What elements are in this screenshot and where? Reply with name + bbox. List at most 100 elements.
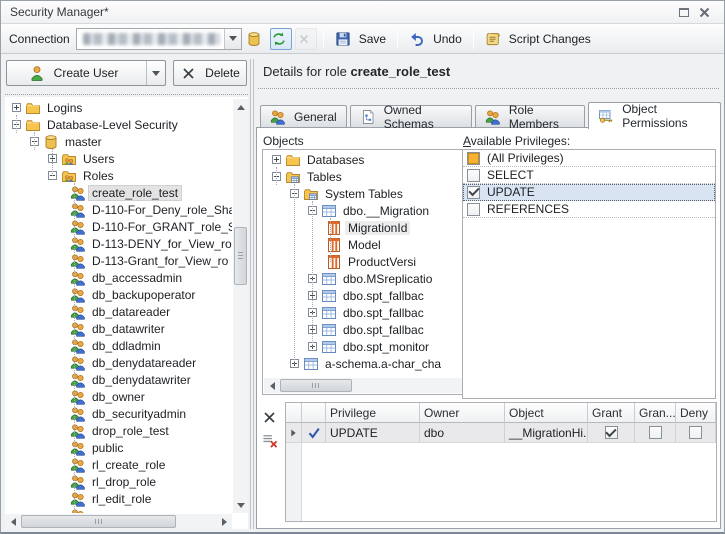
- scroll-left-icon[interactable]: [264, 378, 279, 393]
- refresh-connection-button[interactable]: [269, 27, 292, 50]
- column-header-gran[interactable]: Gran...: [635, 403, 676, 423]
- object-item-model[interactable]: Model: [264, 236, 474, 253]
- expand-plus-icon[interactable]: [272, 155, 281, 164]
- tree-item-db-denydatawriter[interactable]: db_denydatawriter: [6, 371, 232, 388]
- connect-database-button[interactable]: [245, 28, 267, 50]
- scroll-right-icon[interactable]: [217, 514, 232, 529]
- object-item-system-tables[interactable]: System Tables: [264, 185, 474, 202]
- tree-item-rl-edit-role[interactable]: rl_edit_role: [6, 490, 232, 507]
- tab-object-permissions[interactable]: Object Permissions: [588, 102, 721, 130]
- tree-item-db-denydatareader[interactable]: db_denydatareader: [6, 354, 232, 371]
- privilege-item-references[interactable]: REFERENCES: [463, 201, 715, 218]
- privilege-checkbox-update[interactable]: [467, 185, 480, 199]
- scroll-up-icon[interactable]: [233, 99, 248, 114]
- create-user-button[interactable]: Create User: [6, 60, 166, 86]
- tree-item-master[interactable]: master: [6, 133, 232, 150]
- object-item-a-schema-a-char-cha[interactable]: a-schema.a-char_cha: [264, 355, 474, 372]
- column-header-grant[interactable]: Grant: [588, 403, 635, 423]
- deny-cell[interactable]: [676, 423, 716, 442]
- tree-item-d-110-for-deny-role-sha[interactable]: D-110-For_Deny_role_Sha: [6, 201, 232, 218]
- object-item-productversi[interactable]: ProductVersi: [264, 253, 474, 270]
- column-header-object[interactable]: Object: [505, 403, 588, 423]
- panel-splitter[interactable]: [248, 59, 256, 529]
- tree-item-d-110-for-grant-role-s[interactable]: D-110-For_GRANT_role_S: [6, 218, 232, 235]
- object-item-dbo-spt-fallbac[interactable]: dbo.spt_fallbac: [264, 287, 474, 304]
- tree-item-db-owner[interactable]: db_owner: [6, 388, 232, 405]
- object-item-migrationid[interactable]: MigrationId: [264, 219, 474, 236]
- toolbar-separator: [322, 28, 324, 49]
- tab-role-members[interactable]: Role Members: [474, 103, 586, 131]
- privilege-checkbox-references[interactable]: [467, 202, 480, 216]
- tab-owned-schemas[interactable]: Owned Schemas: [349, 103, 472, 131]
- object-item-dbo-spt-fallbac[interactable]: dbo.spt_fallbac: [264, 321, 474, 338]
- tree-item-db-ddladmin[interactable]: db_ddladmin: [6, 337, 232, 354]
- row-check-cell[interactable]: [302, 423, 326, 442]
- tree-item-users[interactable]: Users: [6, 150, 232, 167]
- row-selector-cell[interactable]: [286, 423, 302, 442]
- privilege-item-select[interactable]: SELECT: [463, 167, 715, 184]
- tree-item-db-datareader[interactable]: db_datareader: [6, 303, 232, 320]
- tree-item-public[interactable]: public: [6, 439, 232, 456]
- scrollbar-thumb[interactable]: [234, 227, 247, 285]
- scrollbar-thumb[interactable]: [280, 379, 352, 392]
- object-item-dbo-msreplicatio[interactable]: dbo.MSreplicatio: [264, 270, 474, 287]
- script-changes-button[interactable]: Script Changes: [480, 27, 596, 51]
- connection-combobox[interactable]: [75, 27, 242, 50]
- connection-dropdown-button[interactable]: [223, 28, 241, 49]
- grant-with-grant-checkbox[interactable]: [648, 426, 662, 439]
- privilege-item-all-privileges[interactable]: (All Privileges): [463, 150, 715, 167]
- objects-horizontal-scrollbar[interactable]: [264, 378, 474, 393]
- undo-button[interactable]: Undo: [404, 27, 467, 51]
- column-header-owner[interactable]: Owner: [420, 403, 505, 423]
- object-item-dbo-spt-monitor[interactable]: dbo.spt_monitor: [264, 338, 474, 355]
- object-item-databases[interactable]: Databases: [264, 151, 474, 168]
- create-user-dropdown-button[interactable]: [146, 61, 165, 85]
- deny-checkbox[interactable]: [689, 426, 702, 439]
- scroll-down-icon[interactable]: [233, 498, 248, 513]
- tree-item-logins[interactable]: Logins: [6, 99, 232, 116]
- delete-permission-button[interactable]: [261, 407, 281, 427]
- object-item-tables[interactable]: Tables: [264, 168, 474, 185]
- object-item-dbo-spt-fallbac[interactable]: dbo.spt_fallbac: [264, 304, 474, 321]
- details-prefix: Details for role: [263, 64, 347, 79]
- tree-item-db-backupoperator[interactable]: db_backupoperator: [6, 286, 232, 303]
- column-header-deny[interactable]: Deny: [676, 403, 716, 423]
- save-button[interactable]: Save: [330, 27, 391, 51]
- maximize-button[interactable]: [675, 4, 693, 20]
- grant-with-grant-cell[interactable]: [635, 423, 676, 442]
- tree-item-roles[interactable]: Roles: [6, 167, 232, 184]
- object-item-dbo-migration[interactable]: dbo.__Migration: [264, 202, 474, 219]
- delete-button[interactable]: Delete: [173, 60, 247, 86]
- tree-item-d-113-grant-for-view-ro[interactable]: D-113-Grant_for_View_ro: [6, 252, 232, 269]
- privilege-item-update[interactable]: UPDATE: [463, 184, 715, 201]
- role-users-icon: [485, 109, 501, 125]
- chevron-down-icon: [228, 36, 237, 45]
- revoke-all-permissions-button[interactable]: [261, 430, 281, 450]
- scrollbar-thumb[interactable]: [21, 515, 176, 528]
- folder-users-icon: [61, 168, 77, 184]
- tree-item-d-113-deny-for-view-ro[interactable]: D-113-DENY_for_View_ro: [6, 235, 232, 252]
- tree-item-partial[interactable]: [6, 507, 232, 513]
- close-button[interactable]: [697, 4, 715, 20]
- left-tree-vertical-scrollbar[interactable]: [233, 99, 248, 513]
- role-users-icon: [70, 474, 86, 490]
- column-header-privilege[interactable]: Privilege: [326, 403, 420, 423]
- details-header: Details for role create_role_test: [256, 59, 721, 79]
- tree-item-db-accessadmin[interactable]: db_accessadmin: [6, 269, 232, 286]
- tree-item-database-level-security[interactable]: Database-Level Security: [6, 116, 232, 133]
- left-tree-horizontal-scrollbar[interactable]: [5, 514, 232, 529]
- scroll-left-icon[interactable]: [5, 514, 20, 529]
- tree-item-drop-role-test[interactable]: drop_role_test: [6, 422, 232, 439]
- expand-plus-icon[interactable]: [12, 103, 21, 112]
- tree-item-db-datawriter[interactable]: db_datawriter: [6, 320, 232, 337]
- tree-item-rl-drop-role[interactable]: rl_drop_role: [6, 473, 232, 490]
- tab-general[interactable]: General: [260, 105, 347, 128]
- grant-checkbox[interactable]: [604, 426, 618, 439]
- tree-item-rl-create-role[interactable]: rl_create_role: [6, 456, 232, 473]
- grant-cell[interactable]: [588, 423, 635, 442]
- permission-row[interactable]: UPDATE dbo __MigrationHi...: [286, 423, 716, 443]
- privilege-checkbox-select[interactable]: [467, 168, 480, 182]
- tree-item-create-role-test[interactable]: create_role_test: [6, 184, 232, 201]
- tree-item-db-securityadmin[interactable]: db_securityadmin: [6, 405, 232, 422]
- privilege-checkbox-all-privileges[interactable]: [467, 151, 480, 165]
